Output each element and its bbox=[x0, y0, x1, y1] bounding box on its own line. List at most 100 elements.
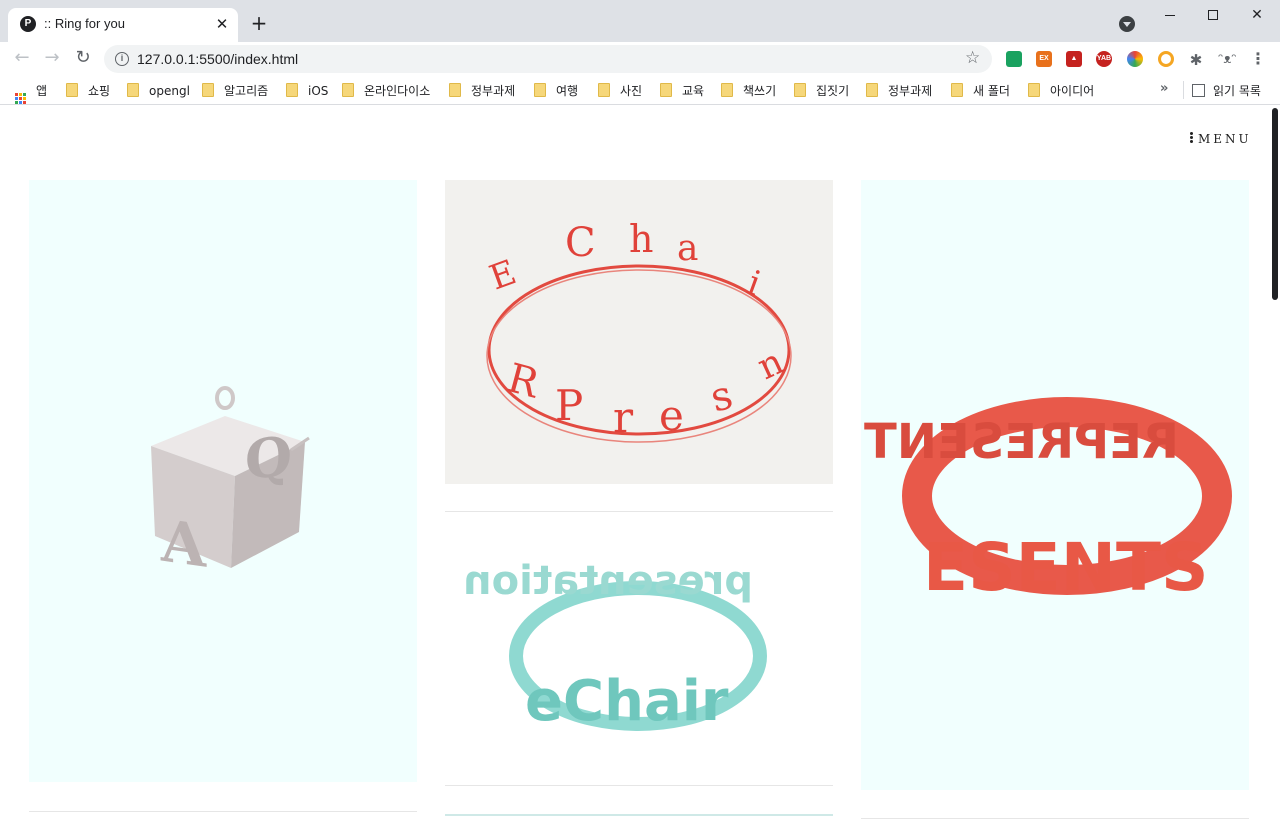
divider bbox=[29, 811, 417, 812]
gallery-item-teal-ring[interactable]: presentation eChair bbox=[445, 514, 833, 784]
folder-icon bbox=[951, 83, 963, 97]
color-wheel-icon[interactable] bbox=[1127, 51, 1143, 67]
svg-text:A: A bbox=[160, 506, 207, 581]
folder-icon bbox=[660, 83, 672, 97]
bookmark-label: 책쓰기 bbox=[743, 84, 777, 98]
divider bbox=[445, 511, 833, 512]
svg-text:s: s bbox=[706, 372, 738, 422]
bookmark-folder[interactable]: iOS bbox=[286, 81, 328, 101]
scroll-thumb[interactable] bbox=[1272, 108, 1278, 300]
bookmark-folder[interactable]: 알고리즘 bbox=[202, 81, 268, 101]
reload-button[interactable]: ↻ bbox=[71, 47, 95, 71]
bookmark-folder[interactable]: 온라인다이소 bbox=[342, 81, 430, 101]
bookmark-label: 집짓기 bbox=[816, 84, 850, 98]
bookmark-label: 정부과제 bbox=[471, 84, 516, 98]
profile-icon[interactable]: ᵔᴥᵔ bbox=[1218, 51, 1237, 67]
forward-button[interactable]: → bbox=[40, 47, 64, 71]
reading-list-button[interactable]: 읽기 목록 bbox=[1192, 81, 1261, 101]
gallery-item-letter-cube[interactable]: A Q bbox=[29, 180, 417, 782]
bookmark-label: 앱 bbox=[36, 84, 48, 98]
apps-icon bbox=[15, 93, 26, 104]
svg-text:Q: Q bbox=[245, 423, 292, 492]
menu-label: MENU bbox=[1198, 132, 1252, 146]
back-button[interactable]: ← bbox=[10, 47, 34, 71]
folder-icon bbox=[127, 83, 139, 97]
bookmark-folder[interactable]: opengl bbox=[127, 81, 190, 101]
bookmark-folder[interactable]: 교육 bbox=[660, 81, 704, 101]
folder-icon bbox=[1028, 83, 1040, 97]
svg-text:eChair: eChair bbox=[525, 669, 729, 734]
svg-text:E: E bbox=[484, 252, 521, 298]
folder-icon bbox=[202, 83, 214, 97]
bookmark-label: opengl bbox=[149, 84, 190, 98]
svg-text:REPRESENT: REPRESENT bbox=[864, 414, 1179, 470]
folder-icon bbox=[866, 83, 878, 97]
bookmark-folder[interactable]: 여행 bbox=[534, 81, 578, 101]
folder-icon bbox=[342, 83, 354, 97]
svg-text:R: R bbox=[502, 355, 545, 408]
svg-text:a: a bbox=[677, 228, 698, 269]
ext-ex-icon[interactable]: EX bbox=[1036, 51, 1052, 67]
divider bbox=[445, 814, 833, 816]
bookmark-folder[interactable]: 정부과제 bbox=[449, 81, 515, 101]
menu-button[interactable]: MENU bbox=[1190, 132, 1252, 146]
bookmark-folder[interactable]: 책쓰기 bbox=[721, 81, 776, 101]
svg-text:presentation: presentation bbox=[463, 558, 753, 604]
folder-icon bbox=[534, 83, 546, 97]
menu-dots-icon bbox=[1190, 132, 1193, 144]
bookmark-star-icon[interactable]: ☆ bbox=[965, 48, 980, 68]
close-icon[interactable]: ✕ bbox=[212, 14, 232, 34]
bookmark-folder[interactable]: 새 폴더 bbox=[951, 81, 1010, 101]
bookmark-folder[interactable]: 쇼핑 bbox=[66, 81, 110, 101]
bookmarks-separator bbox=[1183, 81, 1184, 99]
svg-text:e: e bbox=[659, 391, 684, 440]
browser-toolbar: ← → ↻ i 127.0.0.1:5500/index.html ☆ EX ▲… bbox=[0, 42, 1280, 76]
svg-text:r: r bbox=[613, 393, 634, 442]
bookmark-folder[interactable]: 사진 bbox=[598, 81, 642, 101]
address-bar[interactable]: i 127.0.0.1:5500/index.html ☆ bbox=[104, 45, 992, 73]
ext-green-icon[interactable] bbox=[1006, 51, 1022, 67]
bookmarks-overflow-button[interactable]: » bbox=[1160, 81, 1168, 96]
bookmark-folder[interactable]: 아이디어 bbox=[1028, 81, 1094, 101]
tab-title: :: Ring for you bbox=[44, 16, 125, 31]
bookmark-label: 사진 bbox=[620, 84, 643, 98]
red-3d-ring-image: REPRESENT ESENTS bbox=[864, 397, 1232, 606]
letter-cube-image: A Q bbox=[151, 386, 310, 581]
pdf-icon[interactable]: ▲ bbox=[1066, 51, 1082, 67]
folder-icon bbox=[286, 83, 298, 97]
bookmark-label: 여행 bbox=[556, 84, 579, 98]
gallery-item-red-sketch-ring[interactable]: E C h a i R P r e s n bbox=[445, 180, 833, 484]
url-text[interactable]: 127.0.0.1:5500/index.html bbox=[137, 51, 298, 67]
tab-search-icon[interactable] bbox=[1119, 16, 1135, 32]
folder-icon bbox=[721, 83, 733, 97]
yab-icon[interactable]: YAB bbox=[1096, 51, 1112, 67]
teal-ring-image: presentation eChair bbox=[463, 558, 767, 734]
ring-icon[interactable] bbox=[1158, 51, 1174, 67]
bookmark-label: 온라인다이소 bbox=[364, 84, 431, 98]
info-icon[interactable]: i bbox=[115, 52, 129, 66]
browser-menu-icon[interactable]: ⋮ bbox=[1250, 48, 1266, 70]
bookmark-label: 정부과제 bbox=[888, 84, 933, 98]
puzzle-icon[interactable]: ✱ bbox=[1188, 51, 1204, 69]
divider bbox=[861, 818, 1249, 819]
new-tab-button[interactable]: + bbox=[248, 12, 270, 34]
svg-text:i: i bbox=[742, 263, 766, 304]
minimize-button[interactable] bbox=[1150, 4, 1190, 26]
window-close-button[interactable]: ✕ bbox=[1237, 4, 1277, 26]
red-sketch-ring-image: E C h a i R P r e s n bbox=[484, 217, 792, 443]
bookmark-label: 알고리즘 bbox=[224, 84, 269, 98]
bookmark-folder[interactable]: 정부과제 bbox=[866, 81, 932, 101]
gallery-item-red-3d-ring[interactable]: REPRESENT ESENTS bbox=[861, 180, 1249, 790]
maximize-button[interactable] bbox=[1193, 4, 1233, 26]
browser-tab[interactable]: P :: Ring for you ✕ bbox=[8, 8, 238, 42]
reading-list-label: 읽기 목록 bbox=[1213, 84, 1261, 98]
folder-icon bbox=[794, 83, 806, 97]
folder-icon bbox=[598, 83, 610, 97]
page-scrollbar[interactable] bbox=[1268, 106, 1280, 825]
bookmark-folder[interactable]: 집짓기 bbox=[794, 81, 849, 101]
bookmark-label: 쇼핑 bbox=[88, 84, 111, 98]
bookmark-apps[interactable]: 앱 bbox=[15, 81, 48, 104]
bookmarks-bar: 앱 쇼핑 opengl 알고리즘 iOS 온라인다이소 정부과제 여행 사진 교… bbox=[0, 76, 1280, 105]
folder-icon bbox=[66, 83, 78, 97]
bookmark-label: iOS bbox=[308, 84, 329, 98]
